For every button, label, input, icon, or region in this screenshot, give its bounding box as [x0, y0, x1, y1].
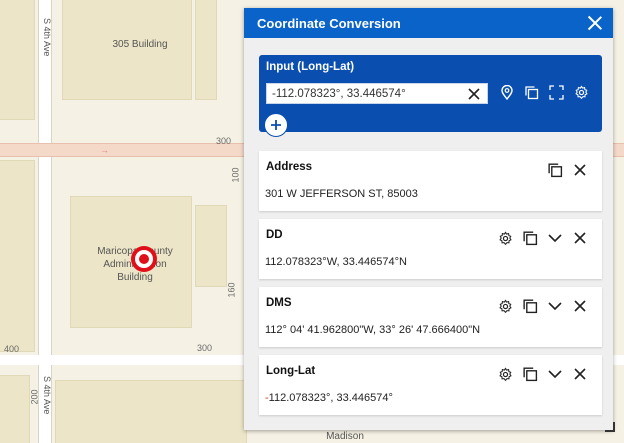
- panel-body: Input (Long-Lat) -112.078323°, 33.446574…: [244, 38, 613, 430]
- card-toolbar: [497, 298, 588, 314]
- street-label: S 4th Ave: [42, 376, 52, 415]
- location-marker[interactable]: [131, 246, 157, 272]
- card-toolbar: [497, 230, 588, 246]
- map-number: 200: [29, 389, 40, 405]
- gear-icon[interactable]: [574, 85, 589, 100]
- map-number: 160: [226, 282, 237, 298]
- input-card: Input (Long-Lat) -112.078323°, 33.446574…: [259, 55, 602, 137]
- panel-title: Coordinate Conversion: [257, 15, 401, 31]
- gear-icon[interactable]: [497, 298, 513, 314]
- map-block: [55, 380, 247, 443]
- map-number: 100: [230, 167, 241, 183]
- chevron-down-icon[interactable]: [547, 366, 563, 382]
- map-number: 300: [197, 343, 213, 353]
- output-card-dd: DD 112.078323°W, 33.446574°N: [259, 219, 602, 279]
- close-icon[interactable]: [572, 366, 588, 382]
- gear-icon[interactable]: [497, 366, 513, 382]
- close-icon[interactable]: [572, 230, 588, 246]
- map-block: [195, 205, 227, 287]
- close-icon[interactable]: [572, 162, 588, 178]
- add-conversion-button[interactable]: [264, 113, 288, 137]
- copy-icon[interactable]: [522, 230, 538, 246]
- clear-icon[interactable]: [467, 87, 481, 101]
- building-label: Madison: [326, 431, 364, 442]
- map-block: [0, 160, 35, 352]
- map-block: [0, 0, 35, 120]
- card-value: 301 W JEFFERSON ST, 85003: [265, 188, 418, 200]
- coordinate-input[interactable]: -112.078323°, 33.446574°: [266, 83, 488, 104]
- card-title: Long-Lat: [266, 365, 316, 377]
- card-toolbar: [497, 366, 588, 382]
- coordinate-conversion-panel: Coordinate Conversion Input (Long-Lat) -…: [244, 8, 615, 432]
- panel-header: Coordinate Conversion: [244, 8, 613, 38]
- card-toolbar: [547, 162, 588, 178]
- map-pin-icon[interactable]: [499, 85, 514, 100]
- building-label-line: Building: [117, 272, 153, 283]
- card-title: DD: [266, 229, 283, 241]
- card-value-text: 112.078323°, 33.446574°: [268, 392, 393, 404]
- card-title: DMS: [266, 297, 292, 309]
- output-card-long-lat: Long-Lat -112.078323°, 33.446574°: [259, 355, 602, 415]
- card-value: 112.078323°W, 33.446574°N: [265, 256, 407, 268]
- map-block: [0, 375, 30, 443]
- copy-icon[interactable]: [547, 162, 563, 178]
- gear-icon[interactable]: [497, 230, 513, 246]
- output-card-dms: DMS 112° 04' 41.962800"W, 33° 26' 47.666…: [259, 287, 602, 347]
- map-block: [195, 0, 217, 100]
- input-toolbar: [499, 85, 589, 100]
- copy-icon[interactable]: [524, 85, 539, 100]
- chevron-down-icon[interactable]: [547, 230, 563, 246]
- street-label: S 4th Ave: [42, 18, 52, 57]
- building-label: 305 Building: [112, 39, 168, 50]
- copy-icon[interactable]: [522, 298, 538, 314]
- copy-icon[interactable]: [522, 366, 538, 382]
- chevron-down-icon[interactable]: [547, 298, 563, 314]
- close-icon[interactable]: [587, 15, 603, 31]
- resize-handle[interactable]: [605, 422, 615, 432]
- map-number: 400: [4, 344, 20, 354]
- direction-arrow: →: [100, 145, 109, 155]
- map-number: 300: [216, 136, 232, 146]
- card-title: Address: [266, 161, 313, 173]
- card-value: -112.078323°, 33.446574°: [265, 392, 393, 404]
- card-value: 112° 04' 41.962800"W, 33° 26' 47.666400"…: [265, 324, 481, 336]
- expand-icon[interactable]: [549, 85, 564, 100]
- input-label: Input (Long-Lat): [266, 61, 355, 73]
- output-card-address: Address 301 W JEFFERSON ST, 85003: [259, 151, 602, 211]
- coordinate-input-value: -112.078323°, 33.446574°: [272, 87, 406, 100]
- plus-icon: [271, 120, 281, 130]
- close-icon[interactable]: [572, 298, 588, 314]
